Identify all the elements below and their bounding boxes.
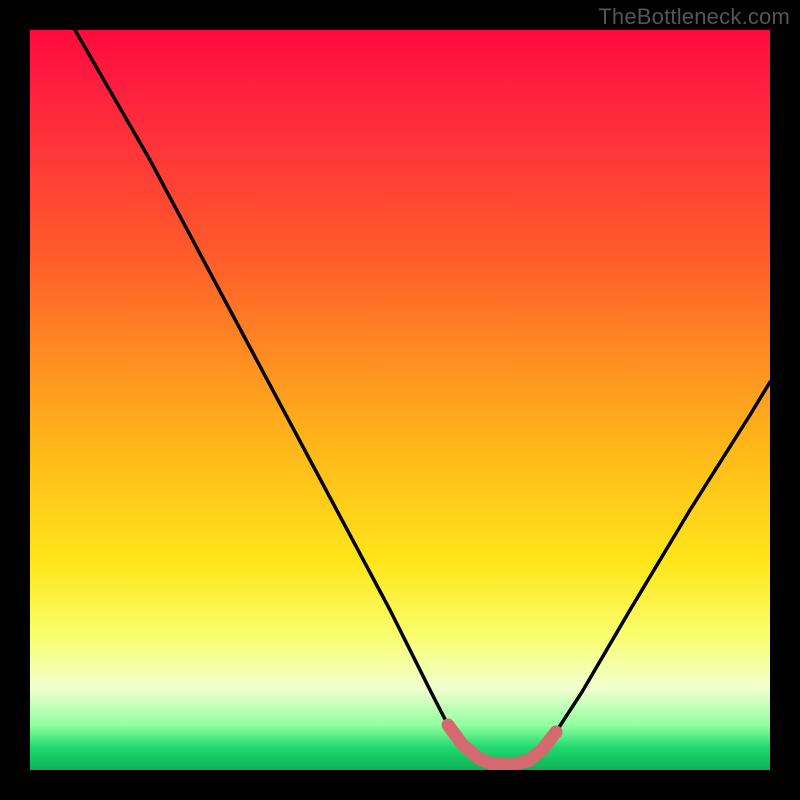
highlight-path xyxy=(448,725,556,765)
chart-frame: TheBottleneck.com xyxy=(0,0,800,800)
optimal-range-highlight xyxy=(30,30,770,770)
plot-area xyxy=(30,30,770,770)
watermark-text: TheBottleneck.com xyxy=(598,4,790,30)
